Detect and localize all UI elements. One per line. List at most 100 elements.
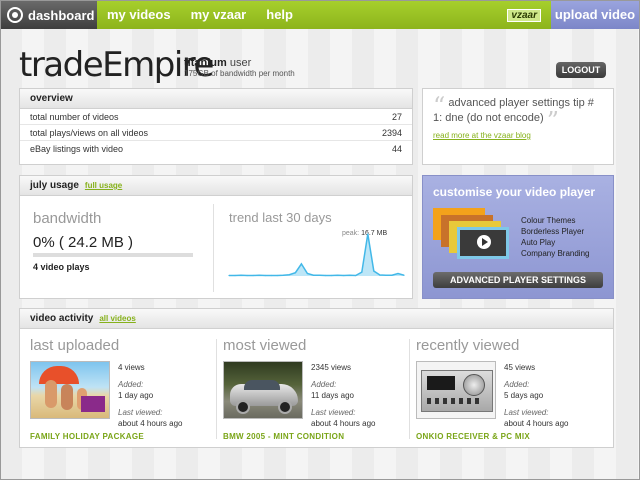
nav-my-videos[interactable]: my videos	[97, 1, 181, 29]
trend-title: trend last 30 days	[229, 210, 332, 225]
bandwidth-title: bandwidth	[33, 210, 102, 227]
trend-point	[367, 233, 369, 235]
trend-point	[288, 274, 290, 276]
activity-header: video activity all videos	[20, 309, 613, 329]
trend-point	[300, 263, 303, 265]
full-usage-link[interactable]: full usage	[85, 181, 122, 190]
play-triangle-icon	[482, 238, 488, 246]
overview-row-label: total plays/views on all videos	[30, 128, 149, 138]
overview-row: eBay listings with video 44	[20, 141, 412, 157]
trend-point	[391, 274, 393, 276]
advanced-player-settings-button[interactable]: ADVANCED PLAYER SETTINGS	[433, 272, 603, 288]
close-quote-icon: ”	[546, 107, 560, 135]
trend-point	[312, 274, 315, 276]
nav-my-vzaar[interactable]: my vzaar	[181, 1, 257, 29]
receiver-knob-shape	[463, 374, 485, 396]
video-meta: 45 views Added: 5 days ago Last viewed: …	[504, 362, 569, 429]
tip-body: advanced player settings tip # 1: dne (d…	[433, 97, 594, 124]
column-heading: most viewed	[223, 337, 307, 354]
overview-row-label: eBay listings with video	[30, 144, 124, 154]
player-themes-image	[433, 208, 523, 260]
trend-area	[229, 234, 404, 276]
vzaar-badge[interactable]: vzaar	[507, 8, 541, 22]
overview-row-label: total number of videos	[30, 112, 119, 122]
overview-row-value: 2394	[381, 128, 402, 138]
last-viewed-label: Last viewed:	[504, 408, 549, 417]
trend-point	[379, 274, 381, 276]
overview-row-value: 27	[391, 112, 402, 122]
column-heading: recently viewed	[416, 337, 520, 354]
last-viewed-value: about 4 hours ago	[311, 419, 376, 428]
usage-header: july usage full usage	[20, 176, 412, 196]
feature-item: Auto Play	[521, 238, 556, 247]
nav-dashboard[interactable]: dashboard	[1, 1, 97, 29]
trend-point	[228, 274, 230, 277]
views-count: 4 views	[118, 363, 145, 372]
video-meta: 4 views Added: 1 day ago Last viewed: ab…	[118, 362, 183, 429]
video-title-link[interactable]: ONKIO RECEIVER & PC MIX	[416, 432, 530, 441]
overview-header: overview	[20, 89, 412, 109]
trend-point	[270, 274, 272, 277]
overview-panel: overview total number of videos 27 total…	[19, 88, 413, 165]
video-activity-panel: video activity all videos last uploaded …	[19, 308, 614, 448]
added-label: Added:	[118, 380, 144, 389]
trend-point	[337, 274, 339, 276]
video-plays-count: 4 video plays	[33, 262, 90, 272]
overview-row: total number of videos 27	[20, 109, 412, 125]
trend-point	[264, 274, 266, 277]
video-meta: 2345 views Added: 11 days ago Last viewe…	[311, 362, 376, 429]
top-nav: dashboard my videos my vzaar help vzaar …	[1, 1, 639, 29]
last-viewed-label: Last viewed:	[311, 408, 356, 417]
beach-umbrella-shape	[39, 366, 79, 384]
trend-point	[373, 270, 375, 272]
overview-title: overview	[30, 93, 73, 104]
usage-panel: july usage full usage bandwidth 0% ( 24.…	[19, 175, 413, 299]
trend-line	[229, 233, 405, 277]
added-label: Added:	[311, 380, 337, 389]
trend-point	[246, 274, 248, 277]
trend-point	[397, 272, 399, 275]
added-value: 1 day ago	[118, 391, 154, 400]
vzaar-blog-link[interactable]: read more at the vzaar blog	[433, 131, 603, 140]
last-viewed-label: Last viewed:	[118, 408, 163, 417]
receiver-display-shape	[427, 376, 455, 390]
trend-point	[403, 274, 405, 276]
trend-point	[240, 274, 242, 276]
video-title-link[interactable]: BMW 2005 - MINT CONDITION	[223, 432, 344, 441]
usage-divider	[213, 204, 214, 292]
feature-item: Company Branding	[521, 249, 590, 258]
feature-item: Colour Themes	[521, 216, 576, 225]
video-thumbnail[interactable]	[223, 361, 303, 419]
bandwidth-bar	[33, 253, 193, 257]
nav-help[interactable]: help	[256, 1, 303, 29]
beach-chair-shape	[81, 396, 105, 412]
all-videos-link[interactable]: all videos	[99, 314, 135, 323]
video-thumbnail[interactable]	[416, 361, 496, 419]
column-heading: last uploaded	[30, 337, 120, 354]
receiver-buttons-shape	[427, 398, 483, 404]
trend-point	[282, 274, 284, 276]
trend-point	[330, 274, 333, 277]
last-viewed-value: about 4 hours ago	[118, 419, 183, 428]
video-title-link[interactable]: FAMILY HOLIDAY PACKAGE	[30, 432, 144, 441]
most-viewed-column: most viewed 2345 views Added: 11 days ag…	[223, 337, 403, 445]
trend-point	[234, 274, 236, 277]
trend-point	[276, 274, 278, 277]
video-thumbnail[interactable]	[30, 361, 110, 419]
car-window-shape	[244, 380, 280, 390]
nav-dashboard-label: dashboard	[28, 7, 95, 23]
views-count: 2345 views	[311, 363, 352, 372]
plan-user-suffix: user	[229, 57, 252, 69]
upload-video-button[interactable]: upload video	[551, 1, 639, 29]
added-value: 11 days ago	[311, 391, 354, 400]
family-figure-shape	[61, 384, 73, 410]
customise-player-panel: customise your video player Colour Theme…	[422, 175, 614, 299]
usage-title: july usage	[30, 180, 79, 191]
trend-point	[306, 272, 309, 275]
tip-text: “ advanced player settings tip # 1: dne …	[433, 94, 603, 133]
trend-point	[385, 274, 387, 276]
trend-point	[294, 272, 296, 274]
added-label: Added:	[504, 380, 530, 389]
views-count: 45 views	[504, 363, 536, 372]
logout-button[interactable]: LOGOUT	[556, 62, 606, 78]
